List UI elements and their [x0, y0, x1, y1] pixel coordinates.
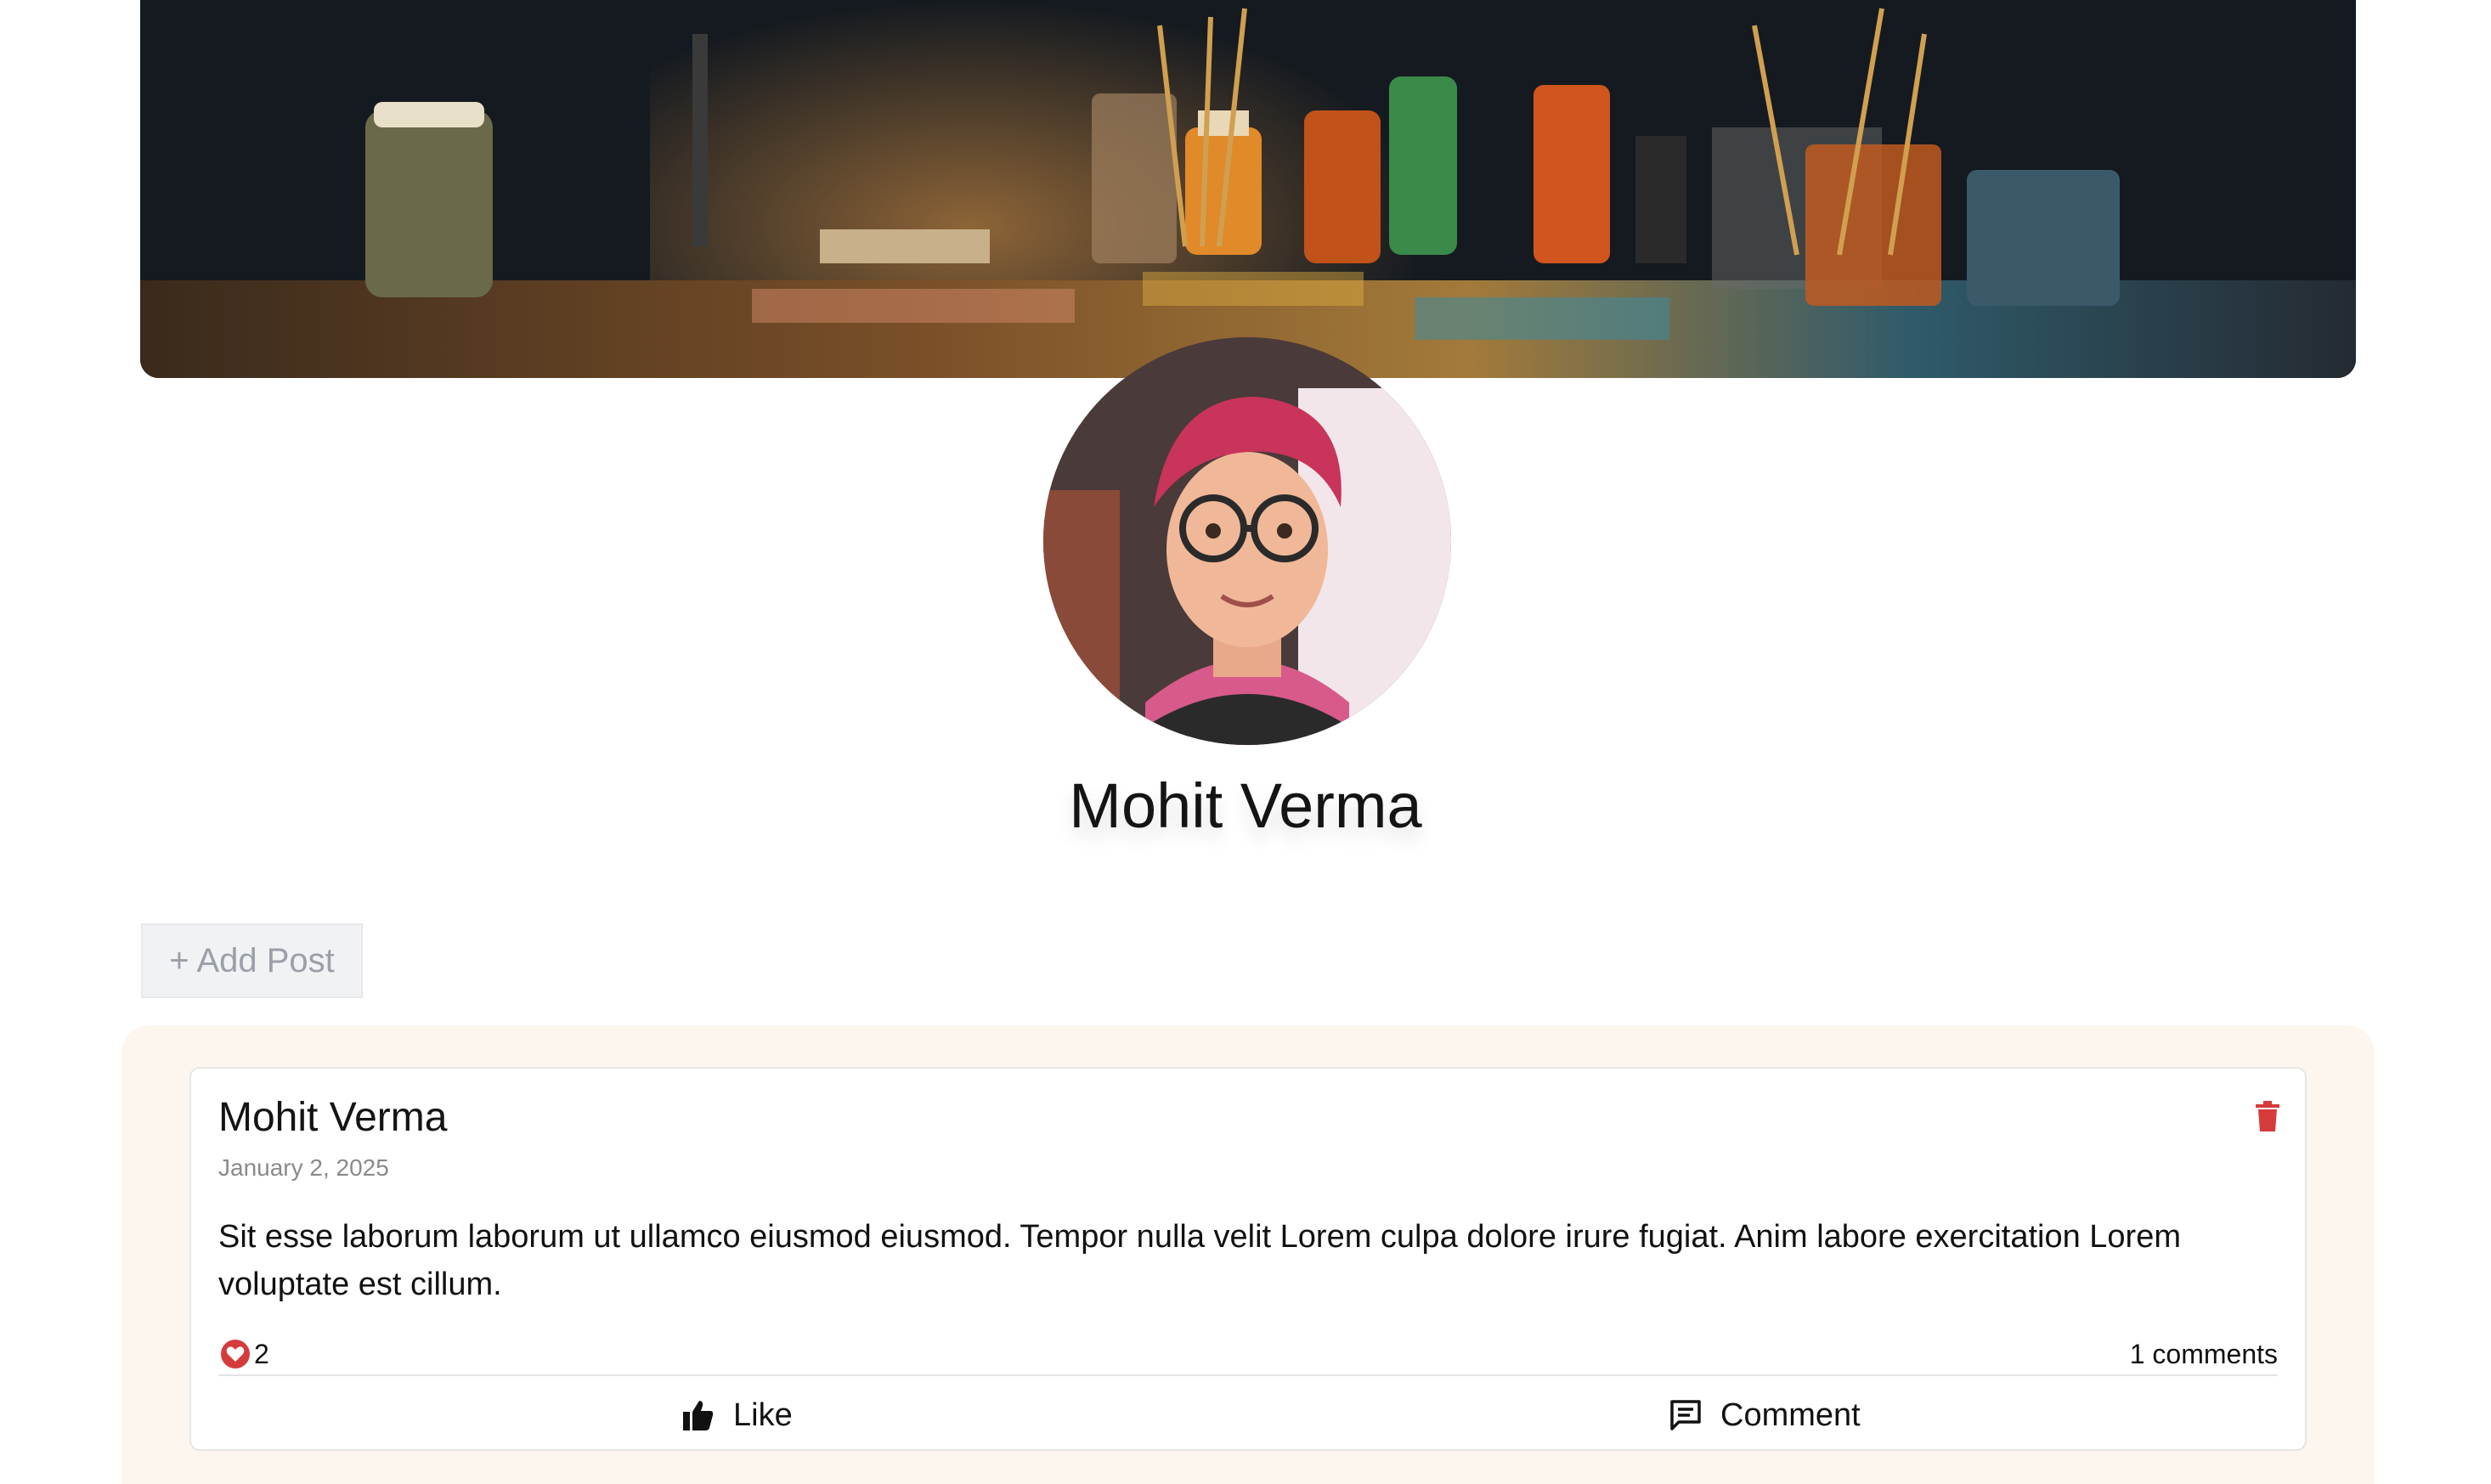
delete-post-button[interactable]: [2256, 1101, 2279, 1131]
comment-count[interactable]: 1 comments: [2130, 1337, 2278, 1371]
trash-icon: [2256, 1101, 2279, 1131]
post-card: Mohit Verma January 2, 2025 Sit esse lab…: [189, 1067, 2307, 1451]
post-author: Mohit Verma: [218, 1095, 448, 1140]
post-date: January 2, 2025: [218, 1154, 389, 1181]
like-label: Like: [733, 1397, 793, 1433]
heart-icon: [221, 1340, 250, 1368]
post-divider: [218, 1374, 2278, 1376]
comment-label: Comment: [1720, 1397, 1861, 1433]
profile-avatar[interactable]: [1043, 337, 1451, 745]
profile-name: Mohit Verma: [1069, 770, 1422, 841]
comment-icon: [1670, 1400, 1701, 1430]
reaction-summary[interactable]: 2: [220, 1337, 269, 1371]
add-post-button[interactable]: + Add Post: [141, 923, 363, 998]
cover-photo: [140, 0, 2356, 378]
post-body: Sit esse laborum laborum ut ullamco eius…: [218, 1219, 2181, 1302]
cover-art-desk-scene: [140, 0, 2356, 378]
thumbs-up-icon: [683, 1401, 714, 1430]
comment-button[interactable]: Comment: [1669, 1383, 1861, 1447]
avatar-illustration: [1043, 337, 1451, 745]
like-button[interactable]: Like: [682, 1383, 793, 1447]
like-count: 2: [254, 1339, 269, 1369]
